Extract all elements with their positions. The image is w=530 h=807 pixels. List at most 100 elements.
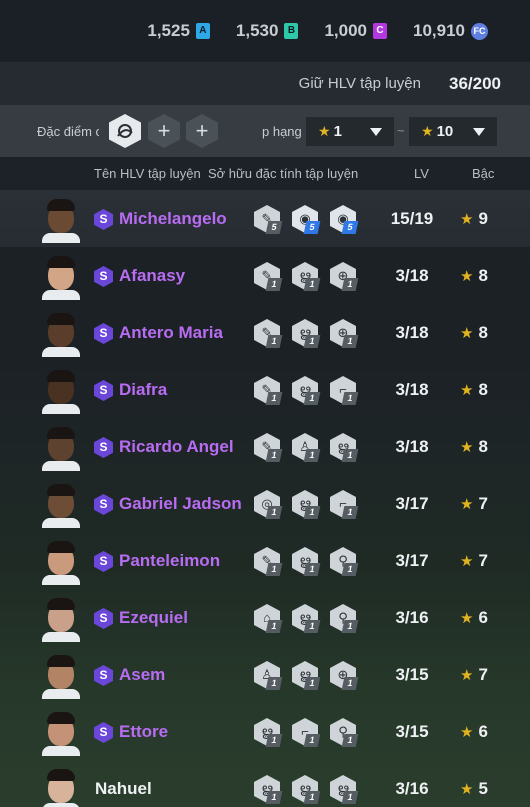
avatar [42, 539, 80, 585]
swirl-icon[interactable]: ൠ1 [292, 490, 322, 520]
trait-level: 1 [265, 335, 283, 348]
swirl-icon[interactable]: ൠ1 [330, 433, 360, 463]
coach-grade: ★ 7 [460, 551, 488, 571]
grade-value: 8 [478, 266, 488, 285]
currency-a: 1,525 A [147, 21, 210, 41]
plus-icon: + [157, 118, 171, 143]
coach-level: 15/19 [390, 209, 434, 228]
swirl-icon[interactable]: ൠ1 [292, 604, 322, 634]
avatar [42, 311, 80, 357]
coach-row[interactable]: S Ezequiel ⌂ 1 ൠ 1 ⚲ 1 3/16 ★ 6 [0, 589, 530, 646]
trait-level: 1 [341, 449, 359, 462]
trait-filter-label: Đặc điểm c [37, 124, 99, 139]
trait-list: ✎ 1 ൠ 1 ⌐ 1 [254, 376, 366, 406]
shoe-icon[interactable]: ⌐ 1 [292, 718, 322, 748]
coach-row[interactable]: S Ricardo Angel ✎ 1 ♙ 1 ൠ 1 3/18 ★ 8 [0, 418, 530, 475]
target-icon[interactable]: ⊕ 1 [330, 319, 360, 349]
whistle-icon[interactable]: ✎ 1 [254, 376, 284, 406]
shoe-icon[interactable]: ⌐ 1 [330, 490, 360, 520]
coach-level: 3/16 [395, 608, 429, 627]
trait-level: 5 [265, 221, 283, 234]
swirl-icon[interactable]: ൠ1 [254, 718, 284, 748]
coach-name: Nahuel [95, 779, 152, 798]
grade-value: 7 [478, 665, 488, 684]
avatar [42, 482, 80, 528]
coach-name: Antero Maria [119, 323, 223, 342]
trait-level: 1 [265, 563, 283, 576]
swirl-icon[interactable]: ൠ1 [292, 661, 322, 691]
trait-list: ✎ 1 ൠ 1 ⚲ 1 [254, 547, 366, 577]
coach-name: Gabriel Jadson [119, 494, 242, 513]
goal-icon[interactable]: ⌂ 1 [254, 604, 284, 634]
trait-level: 1 [265, 677, 283, 690]
add-trait-button-2[interactable]: + [186, 114, 218, 148]
rank-from-dropdown[interactable]: ★ 1 [306, 117, 394, 146]
col-lv[interactable]: LV [414, 166, 429, 181]
runner-icon[interactable]: ⚲ 1 [330, 718, 360, 748]
trait-list: ൠ 1 ⌐ 1 ⚲ 1 [254, 718, 366, 748]
ball-swirl-icon[interactable]: ◉ 5 [330, 205, 360, 235]
whistle-icon[interactable]: ✎ 5 [254, 205, 284, 235]
col-grade[interactable]: Bậc [472, 166, 494, 181]
eye-icon[interactable]: ◎ 1 [254, 490, 284, 520]
runner-icon[interactable]: ⚲ 1 [330, 604, 360, 634]
star-icon: ★ [460, 781, 474, 798]
coach-level: 3/17 [395, 551, 429, 570]
coach-grade: ★ 8 [460, 323, 488, 343]
special-badge-icon: S [94, 380, 113, 401]
swirl-icon[interactable]: ൠ1 [254, 775, 284, 805]
swirl-icon[interactable]: ൠ1 [292, 376, 322, 406]
star-icon: ★ [460, 268, 474, 285]
target-icon[interactable]: ⊕ 1 [330, 262, 360, 292]
coach-grade: ★ 7 [460, 665, 488, 685]
range-separator: ~ [397, 123, 405, 138]
trait-filter-selected[interactable] [109, 114, 141, 148]
trait-list: ✎ 1 ൠ 1 ⊕ 1 [254, 262, 366, 292]
swirl-icon[interactable]: ൠ1 [330, 775, 360, 805]
trait-level: 1 [303, 620, 321, 633]
currency-c-icon: C [373, 23, 387, 39]
runner-icon[interactable]: ⚲ 1 [330, 547, 360, 577]
coach-row[interactable]: S Antero Maria ✎ 1 ൠ 1 ⊕ 1 3/18 ★ 8 [0, 304, 530, 361]
avatar [42, 710, 80, 756]
ball-swirl-icon[interactable]: ◉ 5 [292, 205, 322, 235]
trait-list: ✎ 5 ◉ 5 ◉ 5 [254, 205, 366, 235]
coach-row[interactable]: S Diafra ✎ 1 ൠ 1 ⌐ 1 3/18 ★ 8 [0, 361, 530, 418]
trait-list: ✎ 1 ൠ 1 ⊕ 1 [254, 319, 366, 349]
target-icon[interactable]: ⊕ 1 [330, 661, 360, 691]
swirl-icon[interactable]: ൠ1 [292, 547, 322, 577]
coach-row[interactable]: S Panteleimon ✎ 1 ൠ 1 ⚲ 1 3/17 ★ 7 [0, 532, 530, 589]
hold-bar: Giữ HLV tập luyện 36/200 [0, 62, 530, 105]
coach-level: 3/15 [395, 722, 429, 741]
whistle-icon[interactable]: ✎ 1 [254, 547, 284, 577]
shoe-icon[interactable]: ⌐ 1 [330, 376, 360, 406]
whistle-icon[interactable]: ✎ 1 [254, 433, 284, 463]
player-icon[interactable]: ♙ 1 [292, 433, 322, 463]
trait-level: 1 [341, 620, 359, 633]
whistle-icon[interactable]: ✎ 1 [254, 319, 284, 349]
trait-list: ⌂ 1 ൠ 1 ⚲ 1 [254, 604, 366, 634]
trait-list: ◎ 1 ൠ 1 ⌐ 1 [254, 490, 366, 520]
coach-row[interactable]: Nahuel ൠ 1 ൠ 1 ൠ 1 3/16 ★ 5 [0, 760, 530, 807]
trait-level: 1 [303, 677, 321, 690]
coach-row[interactable]: S Michelangelo ✎ 5 ◉ 5 ◉ 5 15/19 ★ 9 [0, 190, 530, 247]
rank-to-dropdown[interactable]: ★ 10 [409, 117, 497, 146]
swirl-icon[interactable]: ൠ1 [292, 319, 322, 349]
grade-value: 7 [478, 494, 488, 513]
currency-b: 1,530 B [236, 21, 299, 41]
swirl-icon[interactable]: ൠ1 [292, 262, 322, 292]
add-trait-button-1[interactable]: + [148, 114, 180, 148]
trait-list: ✎ 1 ♙ 1 ൠ 1 [254, 433, 366, 463]
trait-level: 1 [341, 278, 359, 291]
whistle-icon[interactable]: ✎ 1 [254, 262, 284, 292]
coach-row[interactable]: S Afanasy ✎ 1 ൠ 1 ⊕ 1 3/18 ★ 8 [0, 247, 530, 304]
coach-row[interactable]: S Ettore ൠ 1 ⌐ 1 ⚲ 1 3/15 ★ 6 [0, 703, 530, 760]
coach-name: Afanasy [119, 266, 186, 285]
player-icon[interactable]: ♙ 1 [254, 661, 284, 691]
coach-level: 3/18 [395, 266, 429, 285]
coach-row[interactable]: S Asem ♙ 1 ൠ 1 ⊕ 1 3/15 ★ 7 [0, 646, 530, 703]
trait-level: 1 [265, 620, 283, 633]
swirl-icon[interactable]: ൠ1 [292, 775, 322, 805]
coach-row[interactable]: S Gabriel Jadson ◎ 1 ൠ 1 ⌐ 1 3/17 ★ 7 [0, 475, 530, 532]
rank-filter-label: p hạng [262, 124, 302, 139]
